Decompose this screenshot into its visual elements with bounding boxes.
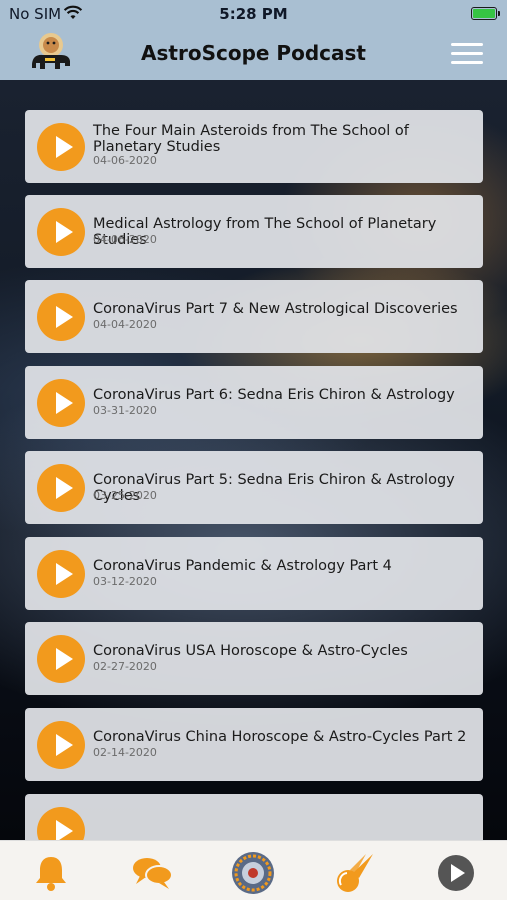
episode-date: 02-14-2020 [93,746,157,759]
episode-title: CoronaVirus Pandemic & Astrology Part 4 [93,558,392,574]
episode-date: 03-25-2020 [93,489,157,502]
play-circle-icon[interactable] [434,851,478,895]
episode-date: 04-06-2020 [93,233,157,246]
episode-title: CoronaVirus Part 6: Sedna Eris Chiron & … [93,387,455,403]
play-button-icon[interactable] [37,721,85,769]
episode-card[interactable]: CoronaVirus Part 7 & New Astrological Di… [25,280,483,353]
episode-card[interactable]: CoronaVirus Pandemic & Astrology Part 4 … [25,537,483,610]
page-title: AstroScope Podcast [141,41,366,65]
battery-icon [471,7,500,20]
tab-bar [0,840,507,900]
episode-date: 04-04-2020 [93,318,157,331]
play-button-icon[interactable] [37,635,85,683]
episode-card[interactable]: Medical Astrology from The School of Pla… [25,195,483,268]
chat-bubbles-icon[interactable] [130,851,174,895]
astrology-wheel-icon[interactable] [231,851,275,895]
hamburger-menu-icon[interactable] [451,43,483,65]
episode-date: 04-06-2020 [93,154,157,167]
episode-title: CoronaVirus China Horoscope & Astro-Cycl… [93,729,467,745]
play-button-icon[interactable] [37,807,85,840]
play-button-icon[interactable] [37,379,85,427]
episode-card[interactable]: The Four Main Asteroids from The School … [25,110,483,183]
play-button-icon[interactable] [37,550,85,598]
play-button-icon[interactable] [37,293,85,341]
episode-list[interactable]: The Four Main Asteroids from The School … [0,80,507,840]
nav-bar: AstroScope Podcast [0,28,507,80]
episode-title: CoronaVirus Part 7 & New Astrological Di… [93,301,458,317]
episode-card[interactable]: CoronaVirus Part 5: Sedna Eris Chiron & … [25,451,483,524]
comet-icon[interactable] [333,851,377,895]
episode-card[interactable]: CoronaVirus China Horoscope & Astro-Cycl… [25,708,483,781]
episode-card[interactable]: CoronaVirus Part 6: Sedna Eris Chiron & … [25,366,483,439]
status-bar: No SIM 5:28 PM [0,0,507,28]
play-button-icon[interactable] [37,464,85,512]
bell-icon[interactable] [29,851,73,895]
episode-date: 03-12-2020 [93,575,157,588]
episode-card[interactable]: CoronaVirus USA Horoscope & Astro-Cycles… [25,622,483,695]
episode-date: 03-31-2020 [93,404,157,417]
clock: 5:28 PM [219,5,288,23]
episode-date: 02-27-2020 [93,660,157,673]
episode-card-partial[interactable] [25,794,483,840]
play-button-icon[interactable] [37,208,85,256]
play-button-icon[interactable] [37,123,85,171]
episode-title: CoronaVirus USA Horoscope & Astro-Cycles [93,643,408,659]
episode-title: The Four Main Asteroids from The School … [93,123,409,155]
